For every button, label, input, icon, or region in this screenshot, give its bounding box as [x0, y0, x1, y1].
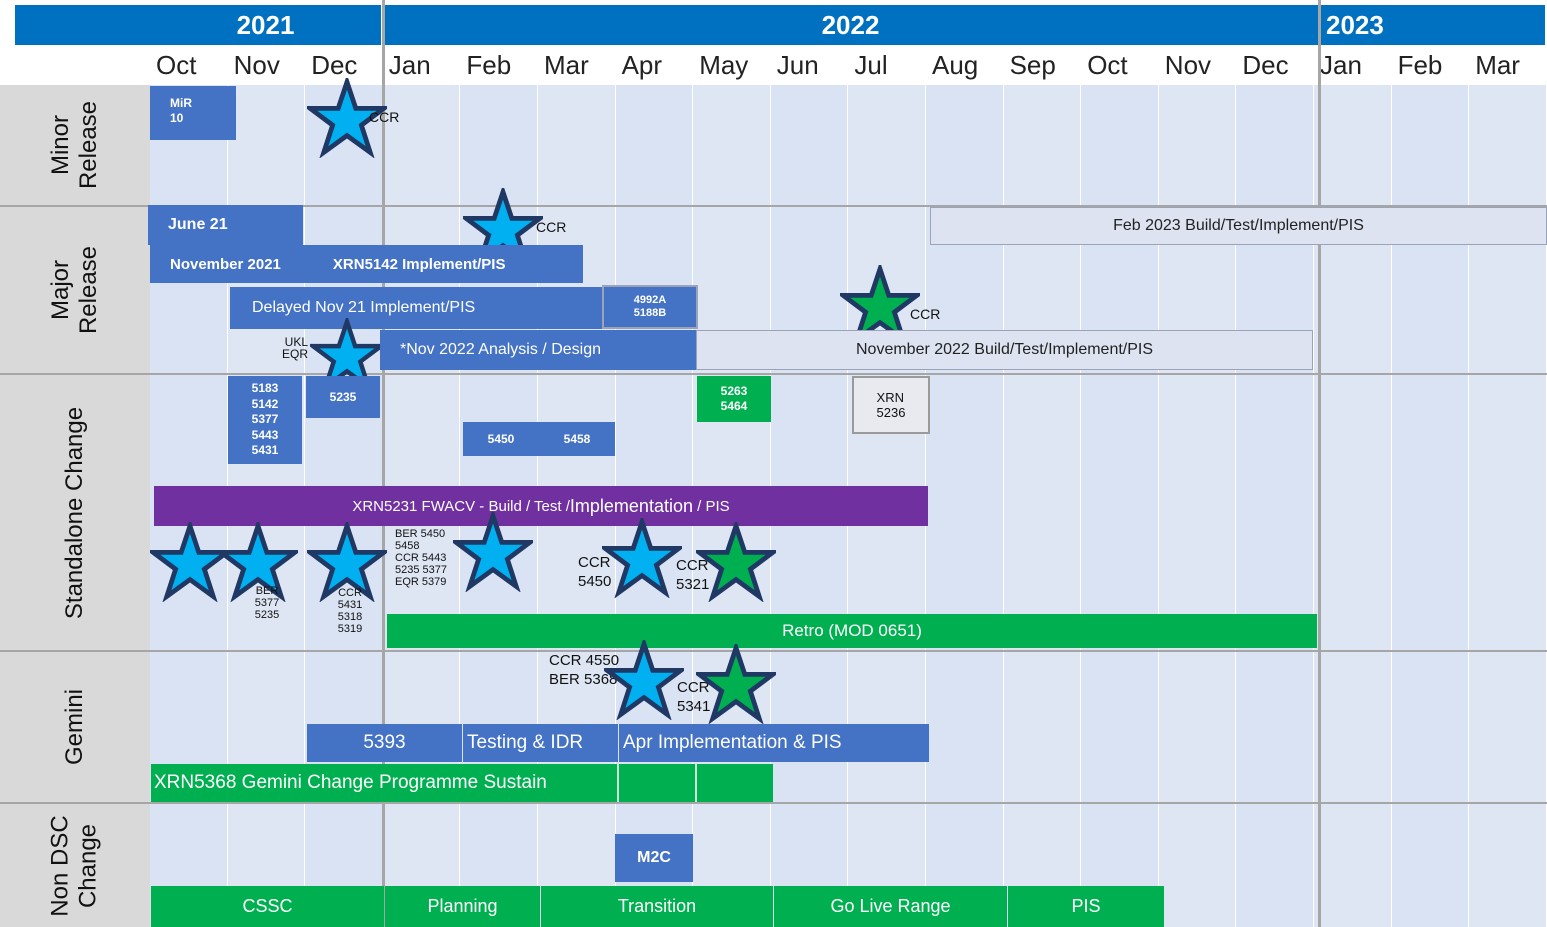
ccr-label: CCR — [369, 109, 400, 125]
month-label: Jun — [776, 49, 819, 80]
star-icon — [453, 512, 533, 592]
planning-bar: Planning — [385, 886, 540, 927]
ber-jan-label: BER 5450 5458 CCR 5443 5235 5377 EQR 537… — [395, 528, 447, 588]
november2021-bar: November 2021 XRN5142 Implement/PIS — [150, 245, 583, 283]
month-label: Sep — [1009, 49, 1056, 80]
ber-nov-label: BER 5377 5235 — [254, 585, 280, 621]
star-icon — [696, 522, 776, 602]
row-divider — [0, 373, 1547, 375]
box-5450: 5450 — [463, 422, 539, 456]
box-5263-5464: 5263 5464 — [697, 376, 771, 422]
row-label-major-release: Major Release — [0, 207, 150, 373]
cssc-bar: CSSC — [151, 886, 384, 927]
ccr-label: CCR — [536, 219, 567, 235]
month-label: Feb — [1397, 49, 1443, 80]
year-header-spacer — [15, 5, 150, 45]
mir10-bar: MiR 10 — [150, 86, 236, 140]
june21-bar: June 21 — [148, 205, 303, 245]
transition-bar: Transition — [541, 886, 773, 927]
row-label-minor-release: Minor Release — [0, 85, 150, 205]
apr-implementation-bar: Apr Implementation & PIS — [618, 724, 929, 762]
row-label-gemini: Gemini — [0, 652, 150, 802]
month-label: May — [699, 49, 749, 80]
star-icon — [604, 640, 684, 720]
xrn5231-fwacv-bar: XRN5231 FWACV - Build / Test / Implement… — [154, 486, 928, 526]
xrn5236-box: XRN 5236 — [852, 376, 930, 434]
box-5458: 5458 — [539, 422, 615, 456]
year-2022: 2022 — [383, 5, 1320, 45]
feb2023-build-bar: Feb 2023 Build/Test/Implement/PIS — [930, 207, 1547, 245]
month-label: Nov — [1164, 49, 1212, 80]
fwacv-label-b: Implementation — [569, 495, 693, 516]
year-2021: 2021 — [150, 5, 383, 45]
star-icon — [696, 644, 776, 724]
month-label: Oct — [1087, 49, 1128, 80]
bar-divider — [617, 764, 619, 802]
bar-divider — [695, 764, 697, 802]
ukl-eqr-label: UKL EQR — [281, 335, 308, 361]
year-divider-2023 — [1318, 0, 1321, 927]
retro-mod0651-bar: Retro (MOD 0651) — [387, 614, 1317, 648]
m2c-box: M2C — [615, 834, 693, 882]
november2021-label: November 2021 — [170, 255, 281, 273]
month-label: Jan — [388, 49, 431, 80]
xrn5368-gemini-bar: XRN5368 Gemini Change Programme Sustain — [151, 764, 773, 802]
month-label: Mar — [1475, 49, 1520, 80]
month-label: Jul — [854, 49, 888, 80]
year-2023: 2023 — [1320, 5, 1547, 45]
row-divider — [0, 802, 1547, 804]
star-icon — [602, 518, 682, 598]
month-label: Feb — [466, 49, 512, 80]
month-label: Oct — [156, 49, 197, 80]
xrn5142-label: XRN5142 Implement/PIS — [332, 255, 506, 273]
month-label: Nov — [233, 49, 280, 80]
month-label: Aug — [932, 49, 979, 80]
ccr-dec-label: CCR 5431 5318 5319 — [337, 587, 363, 635]
month-label: Mar — [544, 49, 589, 80]
delayed-nov21-bar: Delayed Nov 21 Implement/PIS — [230, 287, 602, 329]
row-label-non-dsc-change: Non DSC Change — [0, 804, 150, 927]
box-4992a-5188b: 4992A 5188B — [602, 285, 698, 329]
box-5235: 5235 — [306, 376, 380, 418]
box-5393: 5393 — [307, 724, 462, 762]
nov2022-build-bar: November 2022 Build/Test/Implement/PIS — [696, 330, 1313, 370]
go-live-range-bar: Go Live Range — [774, 886, 1007, 927]
fwacv-label-c: / PIS — [692, 497, 730, 515]
month-label: Dec — [1242, 49, 1289, 80]
month-label: Apr — [621, 49, 663, 80]
nov-change-list: 5183 5142 5377 5443 5431 — [228, 376, 302, 464]
month-label: Jan — [1320, 49, 1362, 80]
pis-bar: PIS — [1008, 886, 1164, 927]
ccr-label: CCR — [910, 306, 941, 322]
testing-idr-bar: Testing & IDR — [462, 724, 618, 762]
row-label-standalone-change: Standalone Change — [0, 375, 150, 650]
nov2022-analysis-bar: *Nov 2022 Analysis / Design — [380, 330, 696, 370]
